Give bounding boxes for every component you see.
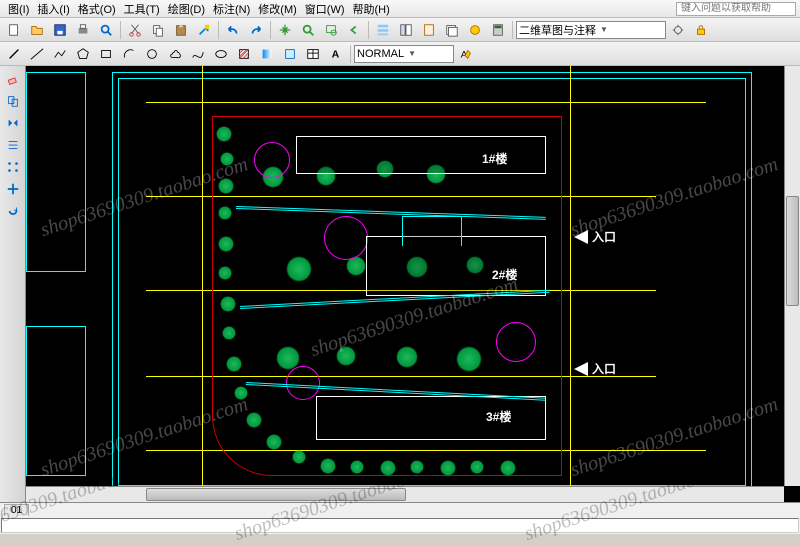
polygon-icon[interactable] <box>72 44 94 64</box>
scrollbar-vertical[interactable] <box>784 66 800 486</box>
separator <box>270 21 271 39</box>
text-icon[interactable]: A <box>325 44 347 64</box>
mirror-icon[interactable] <box>3 113 23 133</box>
building-2b <box>402 216 462 246</box>
textstyle-combo[interactable]: NORMAL ▼ <box>354 45 454 63</box>
workspace-settings-icon[interactable] <box>667 20 689 40</box>
menu-tools[interactable]: 工具(T) <box>120 0 164 18</box>
drawing-canvas[interactable]: 1#楼 2#楼 3#楼 入口 入口 shop63690309.taobao.co… <box>26 66 800 502</box>
command-line[interactable] <box>1 518 799 533</box>
ellipse-icon[interactable] <box>210 44 232 64</box>
toolbar-modify <box>0 66 26 502</box>
gradient-icon[interactable] <box>256 44 278 64</box>
command-bar: 01 <box>0 502 800 534</box>
textstyle-mgr-icon[interactable]: A <box>455 44 477 64</box>
menu-modify[interactable]: 修改(M) <box>254 0 301 18</box>
toolbar-draw: A NORMAL ▼ A <box>0 42 800 66</box>
entrance-arrow-1 <box>574 230 588 244</box>
xline-icon[interactable] <box>26 44 48 64</box>
circle-icon[interactable] <box>141 44 163 64</box>
building-2-label: 2#楼 <box>492 266 517 283</box>
workspace-combo[interactable]: 二维草图与注释 ▼ <box>516 21 666 39</box>
erase-icon[interactable] <box>3 69 23 89</box>
textstyle-value: NORMAL <box>357 48 404 60</box>
move-icon[interactable] <box>3 179 23 199</box>
calc-icon[interactable] <box>487 20 509 40</box>
redo-icon[interactable] <box>245 20 267 40</box>
menu-format[interactable]: 格式(O) <box>74 0 120 18</box>
print-icon[interactable] <box>72 20 94 40</box>
toolbar-standard: 二维草图与注释 ▼ <box>0 18 800 42</box>
match-icon[interactable] <box>193 20 215 40</box>
menu-help[interactable]: 帮助(H) <box>349 0 394 18</box>
copy2-icon[interactable] <box>3 91 23 111</box>
building-3-label: 3#楼 <box>486 408 511 425</box>
revcloud-icon[interactable] <box>164 44 186 64</box>
menu-draw[interactable]: 绘图(D) <box>164 0 209 18</box>
building-3 <box>316 396 546 440</box>
markup-icon[interactable] <box>464 20 486 40</box>
sheetset-icon[interactable] <box>441 20 463 40</box>
table-icon[interactable] <box>302 44 324 64</box>
line-icon[interactable] <box>3 44 25 64</box>
zoom-rt-icon[interactable] <box>297 20 319 40</box>
rect-icon[interactable] <box>95 44 117 64</box>
svg-text:A: A <box>332 48 340 60</box>
pan-icon[interactable] <box>274 20 296 40</box>
entrance-2-label: 入口 <box>592 360 616 377</box>
undo-icon[interactable] <box>222 20 244 40</box>
toolpalette-icon[interactable] <box>418 20 440 40</box>
copy-icon[interactable] <box>147 20 169 40</box>
separator <box>368 21 369 39</box>
entrance-arrow-2 <box>574 362 588 376</box>
properties-icon[interactable] <box>372 20 394 40</box>
menu-window[interactable]: 窗口(W) <box>301 0 349 18</box>
separator <box>218 21 219 39</box>
menu-tu[interactable]: 图(I) <box>4 0 33 18</box>
chevron-down-icon: ▼ <box>600 25 608 34</box>
layout-tabs: 01 <box>0 503 800 517</box>
workspace-value: 二维草图与注释 <box>519 22 596 38</box>
separator <box>350 45 351 63</box>
arc-icon[interactable] <box>118 44 140 64</box>
save-icon[interactable] <box>49 20 71 40</box>
cut-icon[interactable] <box>124 20 146 40</box>
workspace: 1#楼 2#楼 3#楼 入口 入口 shop63690309.taobao.co… <box>0 66 800 502</box>
array-icon[interactable] <box>3 157 23 177</box>
menubar: 图(I) 插入(I) 格式(O) 工具(T) 绘图(D) 标注(N) 修改(M)… <box>0 0 800 18</box>
menu-dimension[interactable]: 标注(N) <box>209 0 254 18</box>
entrance-1-label: 入口 <box>592 228 616 245</box>
scroll-thumb[interactable] <box>786 196 799 306</box>
region-icon[interactable] <box>279 44 301 64</box>
preview-icon[interactable] <box>95 20 117 40</box>
designcenter-icon[interactable] <box>395 20 417 40</box>
chevron-down-icon: ▼ <box>408 49 416 58</box>
new-file-icon[interactable] <box>3 20 25 40</box>
zoom-prev-icon[interactable] <box>343 20 365 40</box>
scrollbar-horizontal[interactable] <box>26 486 784 502</box>
paste-icon[interactable] <box>170 20 192 40</box>
building-1 <box>296 136 546 174</box>
layout-tab[interactable]: 01 <box>4 504 29 516</box>
menu-insert[interactable]: 插入(I) <box>33 0 73 18</box>
separator <box>512 21 513 39</box>
rotate-icon[interactable] <box>3 201 23 221</box>
spline-icon[interactable] <box>187 44 209 64</box>
scroll-thumb[interactable] <box>146 488 406 501</box>
offset-icon[interactable] <box>3 135 23 155</box>
help-search-input[interactable] <box>676 2 796 16</box>
polyline-icon[interactable] <box>49 44 71 64</box>
lock-ui-icon[interactable] <box>690 20 712 40</box>
building-1-label: 1#楼 <box>482 150 507 167</box>
separator <box>120 21 121 39</box>
zoom-window-icon[interactable] <box>320 20 342 40</box>
open-icon[interactable] <box>26 20 48 40</box>
hatch-icon[interactable] <box>233 44 255 64</box>
